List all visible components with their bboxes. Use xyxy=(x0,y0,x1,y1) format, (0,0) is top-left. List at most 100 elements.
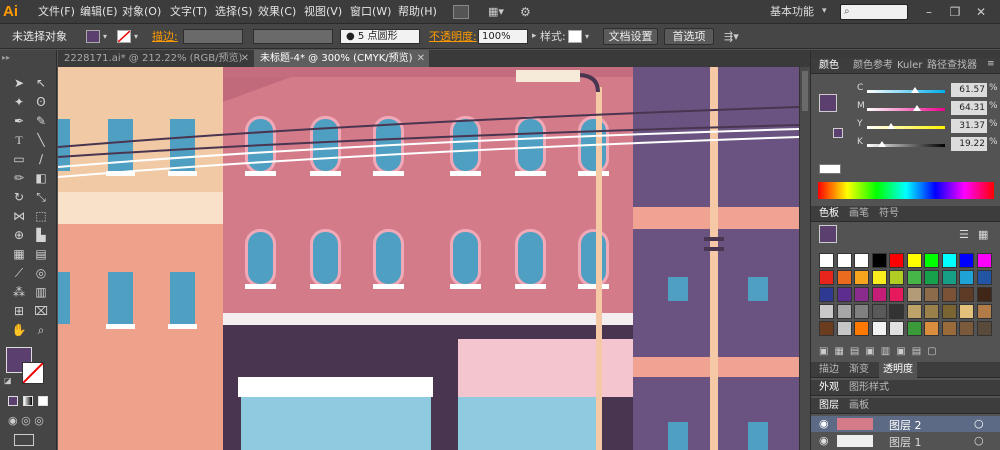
color-swatch[interactable] xyxy=(941,304,957,319)
target-icon[interactable]: ○ xyxy=(974,417,984,430)
width-icon[interactable]: ⋈ xyxy=(10,207,28,225)
opacity-input[interactable]: 100% xyxy=(478,29,528,44)
gradient-mode-icon[interactable] xyxy=(23,396,33,406)
color-swatch[interactable] xyxy=(906,253,922,268)
bridge-icon[interactable] xyxy=(453,5,469,19)
menu-help[interactable]: 帮助(H) xyxy=(398,0,437,24)
workspace-dropdown-icon[interactable]: ▾ xyxy=(822,6,827,16)
tab-color-guide[interactable]: 颜色参考 xyxy=(853,58,893,74)
direct-selection-icon[interactable]: ↖ xyxy=(32,74,50,92)
color-swatch[interactable] xyxy=(959,304,974,319)
menu-type[interactable]: 文字(T) xyxy=(170,0,207,24)
slider-thumb[interactable] xyxy=(877,141,886,147)
color-swatch[interactable] xyxy=(871,287,887,302)
mesh-icon[interactable]: ▦ xyxy=(10,245,28,263)
color-swatch[interactable] xyxy=(889,270,904,285)
color-swatch[interactable] xyxy=(959,287,974,302)
layer-name[interactable]: 图层 2 xyxy=(889,417,922,433)
type-icon[interactable]: T xyxy=(10,131,28,149)
color-swatch[interactable] xyxy=(941,287,957,302)
scale-icon[interactable]: ⤡ xyxy=(32,188,50,206)
color-mode-icon[interactable] xyxy=(8,396,18,406)
color-swatch[interactable] xyxy=(976,287,992,302)
scroll-thumb[interactable] xyxy=(802,71,808,111)
none-color-icon[interactable] xyxy=(819,164,841,174)
pencil-icon[interactable]: ✏ xyxy=(10,169,28,187)
layer-row[interactable]: ◉ 图层 2 ○ xyxy=(811,416,1000,432)
slider-value[interactable]: 61.57 xyxy=(951,83,987,97)
color-swatch[interactable] xyxy=(941,270,957,285)
color-swatch[interactable] xyxy=(959,270,974,285)
list-view-icon[interactable]: ☰ xyxy=(959,228,973,242)
close-icon[interactable]: ✕ xyxy=(972,3,990,21)
opacity-arrow-icon[interactable]: ▸ xyxy=(532,24,537,49)
color-swatch[interactable] xyxy=(836,321,852,336)
color-swatch[interactable] xyxy=(889,321,904,336)
color-swatch[interactable] xyxy=(906,304,922,319)
color-spectrum[interactable] xyxy=(818,182,994,199)
gradient-icon[interactable]: ▤ xyxy=(32,245,50,263)
close-tab-icon[interactable]: ✕ xyxy=(241,50,249,67)
document-setup-button[interactable]: 文档设置 xyxy=(603,28,658,45)
color-swatch[interactable] xyxy=(906,287,922,302)
visibility-eye-icon[interactable]: ◉ xyxy=(819,417,829,430)
restore-icon[interactable]: ❐ xyxy=(946,3,964,21)
color-swatch[interactable] xyxy=(854,253,869,268)
pen-icon[interactable]: ✒ xyxy=(10,112,28,130)
panel-menu-icon[interactable]: ≡ xyxy=(987,59,995,69)
color-swatch[interactable] xyxy=(906,270,922,285)
color-swatch[interactable] xyxy=(854,321,869,336)
stroke-label[interactable]: 描边: xyxy=(152,24,178,49)
color-swatch[interactable] xyxy=(836,253,852,268)
color-swatch[interactable] xyxy=(941,321,957,336)
stroke-color-box[interactable] xyxy=(22,362,44,384)
rotate-icon[interactable]: ↻ xyxy=(10,188,28,206)
style-dropdown-icon[interactable]: ▾ xyxy=(585,24,589,49)
color-swatch[interactable] xyxy=(836,287,852,302)
slice-icon[interactable]: ⌧ xyxy=(32,302,50,320)
curvature-icon[interactable]: ✎ xyxy=(32,112,50,130)
slider-value[interactable]: 31.37 xyxy=(951,119,987,133)
color-swatch[interactable] xyxy=(976,270,992,285)
color-swatch[interactable] xyxy=(871,270,887,285)
color-swatch[interactable] xyxy=(854,304,869,319)
tab-stroke[interactable]: 描边 xyxy=(819,362,839,378)
slider-value[interactable]: 19.22 xyxy=(951,137,987,151)
menu-object[interactable]: 对象(O) xyxy=(122,0,161,24)
minimize-icon[interactable]: – xyxy=(920,3,938,21)
opacity-label[interactable]: 不透明度: xyxy=(429,24,477,49)
target-icon[interactable]: ○ xyxy=(974,434,984,447)
layer-row[interactable]: ◉ 图层 1 ○ xyxy=(811,433,1000,449)
fill-dropdown-icon[interactable]: ▾ xyxy=(103,24,107,49)
rectangle-icon[interactable]: ▭ xyxy=(10,150,28,168)
color-swatch[interactable] xyxy=(819,304,834,319)
tab-brushes[interactable]: 画笔 xyxy=(849,206,869,222)
tab-appearance[interactable]: 外观 xyxy=(819,380,839,396)
menu-effect[interactable]: 效果(C) xyxy=(258,0,296,24)
tab-document-1[interactable]: 2228171.ai* @ 212.22% (RGB/预览) ✕ xyxy=(58,50,253,67)
color-swatch[interactable] xyxy=(819,321,834,336)
slider-value[interactable]: 64.31 xyxy=(951,101,987,115)
eraser-icon[interactable]: ◧ xyxy=(32,169,50,187)
slider-thumb[interactable] xyxy=(913,105,922,111)
color-swatch[interactable] xyxy=(819,253,834,268)
swatch-fill-proxy[interactable] xyxy=(819,225,837,243)
symbol-sprayer-icon[interactable]: ⁂ xyxy=(10,283,28,301)
color-swatch[interactable] xyxy=(819,270,834,285)
zoom-icon[interactable]: ⌕ xyxy=(32,321,50,339)
selection-tool-icon[interactable]: ➤ xyxy=(10,74,28,92)
slider-track[interactable] xyxy=(867,87,945,93)
layer-name[interactable]: 图层 1 xyxy=(889,434,922,450)
collapse-icon[interactable]: ▸▸ xyxy=(2,53,10,62)
close-tab-icon[interactable]: ✕ xyxy=(417,50,425,67)
gpu-icon[interactable]: ⚙ xyxy=(520,5,538,19)
tab-gradient[interactable]: 渐变 xyxy=(849,362,869,378)
perspective-icon[interactable]: ▙ xyxy=(32,226,50,244)
color-swatch[interactable] xyxy=(871,253,887,268)
shape-builder-icon[interactable]: ⊕ xyxy=(10,226,28,244)
none-mode-icon[interactable] xyxy=(38,396,48,406)
help-search-input[interactable]: ⌕ xyxy=(840,4,908,20)
color-swatch[interactable] xyxy=(889,287,904,302)
color-swatch[interactable] xyxy=(976,253,992,268)
vertical-scrollbar[interactable] xyxy=(799,67,810,450)
